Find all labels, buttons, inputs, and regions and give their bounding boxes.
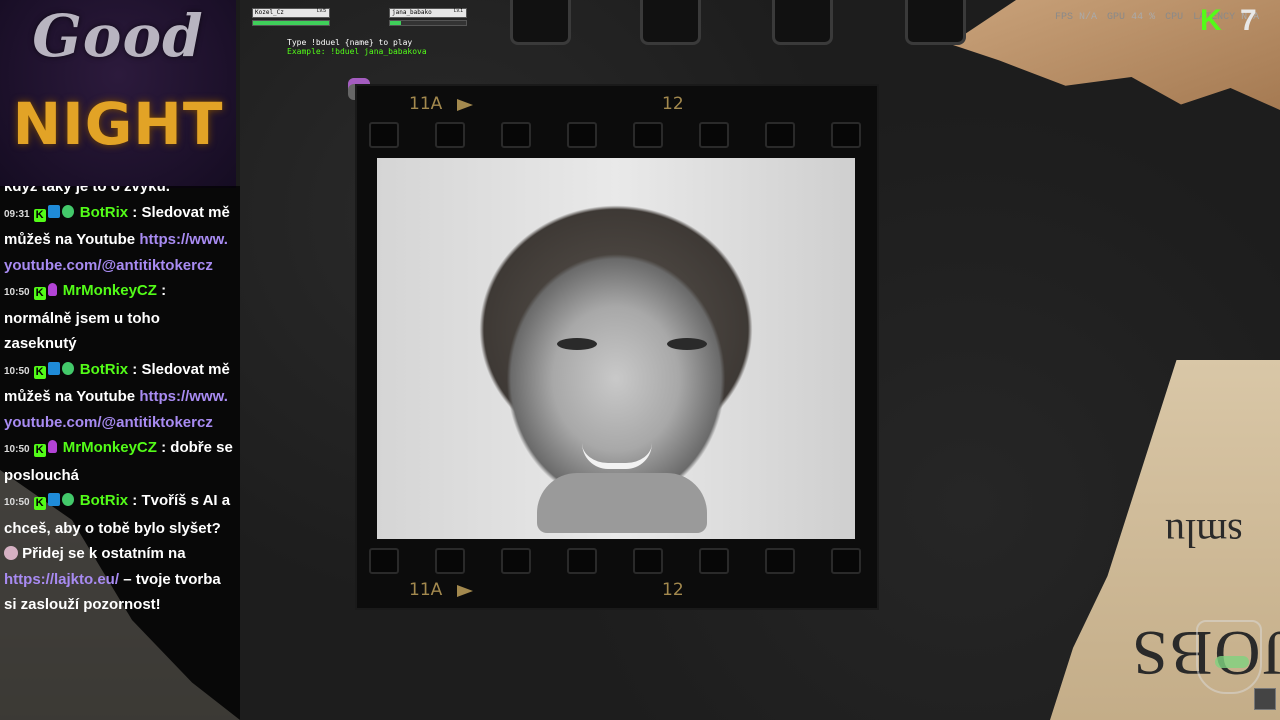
verified-badge-icon [61, 204, 74, 218]
good-night-banner: Good NIGHT [0, 0, 236, 188]
chat-panel[interactable]: když taky je to o zvyku. 09:31 K BotRix :… [0, 186, 240, 720]
film-frame-number: 11A [409, 580, 443, 600]
film-frame-number: 12 [662, 94, 684, 114]
film-arrow-icon [457, 99, 473, 111]
chat-username[interactable]: BotRix [80, 492, 128, 509]
chat-message: 10:50 K MrMonkeyCZ : dobře se poslouchá [4, 439, 233, 484]
fps-stat: FPS N/A [1055, 12, 1098, 23]
chat-username[interactable]: BotRix [80, 361, 128, 378]
verified-badge-icon [61, 361, 74, 375]
player-health-bar [389, 20, 467, 26]
film-frame-number: 11A [409, 94, 443, 114]
duel-player-1: Kozel_Cz Lv.5 [252, 8, 330, 26]
chat-message: 10:50 K BotRix : Tvoříš s AI a chceš, aby… [4, 492, 231, 613]
message-time: 10:50 [4, 365, 30, 377]
chat-username[interactable]: MrMonkeyCZ [63, 439, 157, 456]
message-time: 10:50 [4, 444, 30, 455]
chat-message: 10:50 K MrMonkeyCZ : normálně jsem u toho… [4, 282, 167, 353]
kick-badge-icon: K [33, 497, 46, 510]
kick-badge-icon: K [33, 287, 46, 300]
chat-partial-line: když taky je to o zvyku. [4, 186, 170, 195]
bot-badge-icon [47, 361, 60, 375]
chat-message: 10:50 K BotRix : Sledovat mě můžeš na You… [4, 360, 230, 431]
viewer-count: 7 [1240, 4, 1257, 37]
banner-good-text: Good [32, 2, 204, 70]
portrait-photo [377, 158, 855, 539]
player-health-bar [252, 20, 330, 26]
film-frame: 11A 12 11A 12 [357, 86, 877, 608]
message-time: 09:31 [4, 208, 30, 220]
kick-badge-icon: K [33, 444, 46, 457]
mic-badge-icon [47, 440, 57, 453]
mic-badge-icon [47, 283, 57, 296]
kick-badge-icon: K [33, 365, 46, 379]
film-frame-number: 12 [662, 580, 684, 600]
corner-widget-icon[interactable] [1254, 688, 1276, 710]
plant-icon [1215, 656, 1249, 668]
message-time: 10:50 [4, 287, 30, 298]
duel-player-2: jana_babako Lv.1 [389, 8, 467, 26]
player-level: Lv.5 [316, 8, 326, 14]
verified-badge-icon [61, 493, 74, 506]
message-time: 10:50 [4, 497, 30, 508]
message-text-continued: Přidej se k ostatním na [22, 545, 186, 562]
cpu-stat: CPU [1165, 12, 1184, 23]
player-level: Lv.1 [453, 8, 463, 14]
newspaper-print: smlu [1165, 511, 1243, 556]
chat-message: 09:31 K BotRix : Sledovat mě můžeš na You… [4, 203, 230, 274]
duel-hint: Type !bduel {name} to play [287, 38, 413, 47]
banner-night-text: NIGHT [12, 90, 224, 158]
kick-badge-icon: K [33, 208, 46, 222]
emote-icon [4, 546, 18, 560]
film-arrow-icon [457, 585, 473, 597]
kick-logo-icon: K [1200, 4, 1222, 37]
bot-badge-icon [47, 204, 60, 218]
message-text: normálně jsem u toho zaseknutý [4, 309, 160, 353]
chat-username[interactable]: BotRix [80, 204, 128, 221]
performance-stats: FPS N/A GPU 44 % CPU LATENCY N/A [1055, 12, 1259, 23]
gpu-stat: GPU 44 % [1107, 12, 1156, 23]
message-link[interactable]: https://lajkto.eu/ [4, 571, 119, 588]
duel-example: Example: !bduel jana_babakova [287, 47, 427, 56]
bot-badge-icon [47, 493, 60, 506]
chat-username[interactable]: MrMonkeyCZ [63, 282, 157, 299]
